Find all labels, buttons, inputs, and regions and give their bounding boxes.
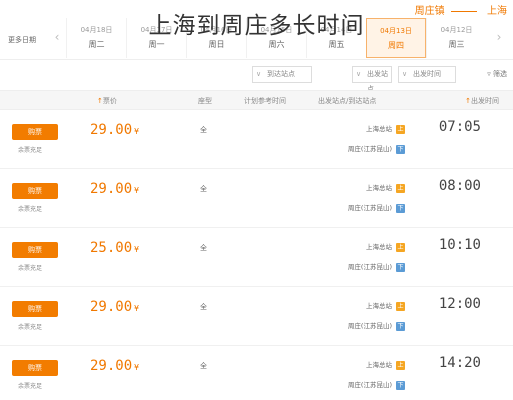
seat-type: 全 (200, 244, 207, 252)
table-row: 08:00 上海总站上 周庄(江苏昆山) 下 全 29.00 ¥ 购票 余票充足 (0, 170, 513, 228)
ticket-price: 29.00 ¥ (90, 122, 139, 138)
departure-time: 10:10 (438, 237, 481, 253)
departure-time: 14:20 (438, 355, 481, 371)
th-price[interactable]: ↑票价 (94, 96, 117, 106)
buy-ticket-button[interactable]: 购票 (12, 242, 58, 258)
page-title: 上海到周庄多长时间 (148, 13, 365, 39)
ticket-price: 25.00 ¥ (90, 240, 139, 256)
ticket-availability: 余票充足 (18, 265, 43, 272)
buy-ticket-button[interactable]: 购票 (12, 360, 58, 376)
arrival-station: 周庄(江苏昆山) 下 (347, 203, 405, 213)
seat-type: 全 (200, 126, 207, 134)
chevron-down-icon: ∨ (356, 70, 362, 78)
table-row: 12:00 上海总站上 周庄(江苏昆山) 下 全 29.00 ¥ 购票 余票充足 (0, 288, 513, 346)
arrival-station: 周庄(江苏昆山) 下 (347, 144, 405, 154)
arrival-station: 周庄(江苏昆山) 下 (347, 380, 405, 390)
depart-badge-icon: 上 (396, 183, 405, 193)
buy-ticket-button[interactable]: 购票 (12, 124, 58, 140)
chevron-down-icon: ∨ (402, 70, 408, 78)
arrive-badge-icon: 下 (396, 203, 405, 213)
departure-station: 上海总站上 (366, 242, 405, 252)
arrival-station: 周庄(江苏昆山) 下 (347, 321, 405, 331)
ticket-availability: 余票充足 (18, 147, 43, 154)
arrival-station-select[interactable]: ∨ 到达站点 (252, 66, 312, 83)
th-seat: 座型 (198, 97, 212, 105)
ticket-price: 29.00 ¥ (90, 358, 139, 374)
th-departure-time[interactable]: ↑出发时间 (462, 96, 499, 106)
ticket-price: 29.00 ¥ (90, 181, 139, 197)
buy-ticket-button[interactable]: 购票 (12, 183, 58, 199)
departure-time: 07:05 (438, 119, 481, 135)
seat-type: 全 (200, 303, 207, 311)
departure-station-select[interactable]: ∨ 出发站点 (352, 66, 392, 93)
departure-station: 上海总站上 (366, 360, 405, 370)
th-stations: 出发站点/到达站点 (318, 97, 377, 105)
departure-time-select[interactable]: ∨ 出发时间 (398, 66, 456, 83)
table-header: ↑出发时间 出发站点/到达站点 计划参考时间 座型 ↑票价 (0, 90, 513, 110)
filter-row: ▿ 筛选 ∨ 出发时间 ∨ 出发站点 ∨ 到达站点 (0, 64, 513, 93)
departure-time: 12:00 (438, 296, 481, 312)
departure-time: 08:00 (438, 178, 481, 194)
ticket-availability: 余票充足 (18, 324, 43, 331)
chevron-down-icon: ∨ (256, 70, 262, 78)
arrive-badge-icon: 下 (396, 321, 405, 331)
arrive-badge-icon: 下 (396, 262, 405, 272)
th-duration: 计划参考时间 (244, 97, 286, 105)
depart-badge-icon: 上 (396, 242, 405, 252)
arrive-badge-icon: 下 (396, 380, 405, 390)
seat-type: 全 (200, 362, 207, 370)
arrival-station: 周庄(江苏昆山) 下 (347, 262, 405, 272)
buy-ticket-button[interactable]: 购票 (12, 301, 58, 317)
ticket-price: 29.00 ¥ (90, 299, 139, 315)
table-row: 10:10 上海总站上 周庄(江苏昆山) 下 全 25.00 ¥ 购票 余票充足 (0, 229, 513, 287)
depart-badge-icon: 上 (396, 360, 405, 370)
departure-station: 上海总站上 (366, 124, 405, 134)
table-row: 07:05 上海总站上 周庄(江苏昆山) 下 全 29.00 ¥ 购票 余票充足 (0, 111, 513, 169)
departure-station: 上海总站上 (366, 301, 405, 311)
table-row: 14:20 上海总站上 周庄(江苏昆山) 下 全 29.00 ¥ 购票 余票充足 (0, 347, 513, 400)
seat-type: 全 (200, 185, 207, 193)
arrive-badge-icon: 下 (396, 144, 405, 154)
departure-station: 上海总站上 (366, 183, 405, 193)
filter-label: ▿ 筛选 (487, 70, 507, 78)
depart-badge-icon: 上 (396, 301, 405, 311)
ticket-availability: 余票充足 (18, 206, 43, 213)
depart-badge-icon: 上 (396, 124, 405, 134)
ticket-availability: 余票充足 (18, 383, 43, 390)
